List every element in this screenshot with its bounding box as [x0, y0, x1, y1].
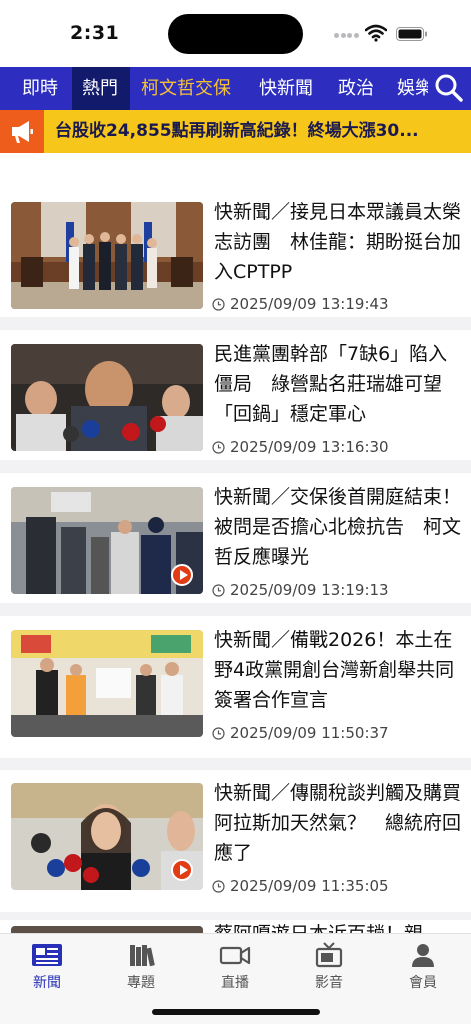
- article-card[interactable]: 快新聞／傳關稅談判觸及購買阿拉斯加天然氣？ 總統府回應了 2025/09/09 …: [0, 770, 471, 912]
- status-time: 2:31: [70, 22, 120, 44]
- clock-icon: [212, 583, 225, 597]
- battery-icon: [396, 27, 427, 41]
- clock-icon: [212, 440, 225, 454]
- tab-label: 柯文哲交保: [141, 78, 231, 99]
- megaphone-icon-box: [0, 110, 44, 153]
- tab-label: 熱門: [82, 78, 118, 99]
- tab-label: 直播: [221, 975, 249, 991]
- wifi-icon: [365, 24, 387, 42]
- news-icon: [32, 944, 62, 966]
- cellular-signal-icon: [334, 33, 360, 39]
- article-card[interactable]: 民進黨團幹部「7缺6」陷入僵局 綠營點名莊瑞雄可望「回鍋」穩定軍心 2025/0…: [0, 330, 471, 460]
- tab-features[interactable]: 專題: [106, 942, 176, 992]
- article-headline: 快新聞／備戰2026！本土在野4政黨開創台灣新創舉共同簽署合作宣言: [214, 629, 455, 711]
- article-headline: 民進黨團幹部「7缺6」陷入僵局 綠營點名莊瑞雄可望「回鍋」穩定軍心: [214, 343, 448, 425]
- tab-popular[interactable]: 熱門: [72, 67, 130, 110]
- tab-label: 會員: [409, 975, 437, 991]
- timestamp-text: 2025/09/09 11:35:05: [230, 877, 389, 895]
- person-icon: [412, 944, 434, 967]
- timestamp-text: 2025/09/09 13:16:30: [230, 438, 389, 456]
- tab-label: 快新聞: [259, 78, 313, 99]
- article-thumbnail: [11, 344, 203, 451]
- article-timestamp: 2025/09/09 13:19:13: [212, 581, 389, 599]
- tab-label: 即時: [22, 78, 58, 99]
- tab-member[interactable]: 會員: [388, 942, 458, 992]
- article-timestamp: 2025/09/09 11:35:05: [212, 877, 389, 895]
- timestamp-text: 2025/09/09 13:19:43: [230, 295, 389, 313]
- tab-label: 影音: [315, 975, 343, 991]
- clock-icon: [212, 879, 225, 893]
- timestamp-text: 2025/09/09 13:19:13: [230, 581, 389, 599]
- megaphone-icon: [12, 121, 33, 143]
- status-bar: 2:31: [0, 0, 471, 67]
- search-icon: [435, 74, 463, 102]
- tab-live[interactable]: 直播: [200, 942, 270, 992]
- tab-ko-wen-je-bail[interactable]: 柯文哲交保: [141, 67, 243, 110]
- video-play-badge: [171, 859, 193, 881]
- article-card[interactable]: 快新聞／備戰2026！本土在野4政黨開創台灣新創舉共同簽署合作宣言 2025/0…: [0, 616, 471, 758]
- clock-icon: [212, 297, 225, 311]
- article-headline: 快新聞／接見日本眾議員太榮志訪團 林佳龍：期盼挺台加入CPTPP: [214, 201, 462, 283]
- tab-label: 新聞: [33, 975, 61, 991]
- article-timestamp: 2025/09/09 13:19:43: [212, 295, 389, 313]
- article-thumbnail: [11, 202, 203, 309]
- article-timestamp: 2025/09/09 13:16:30: [212, 438, 389, 456]
- tab-politics[interactable]: 政治: [338, 67, 380, 110]
- article-headline: 快新聞／交保後首開庭結束！被問是否擔心北檢抗告 柯文哲反應曝光: [214, 486, 462, 568]
- video-play-badge: [171, 564, 193, 586]
- timestamp-text: 2025/09/09 11:50:37: [230, 724, 389, 742]
- tab-breaking-news[interactable]: 快新聞: [259, 67, 323, 110]
- tab-instant[interactable]: 即時: [13, 67, 65, 110]
- books-icon: [130, 945, 155, 967]
- tab-video[interactable]: 影音: [294, 942, 364, 992]
- tv-icon: [315, 942, 343, 968]
- article-timestamp: 2025/09/09 11:50:37: [212, 724, 389, 742]
- article-card[interactable]: 快新聞／交保後首開庭結束！被問是否擔心北檢抗告 柯文哲反應曝光 2025/09/…: [0, 473, 471, 603]
- tab-news[interactable]: 新聞: [12, 942, 82, 992]
- feed-spacer: [0, 153, 471, 190]
- tab-label: 專題: [127, 975, 155, 991]
- article-headline: 快新聞／傳關稅談判觸及購買阿拉斯加天然氣？ 總統府回應了: [214, 782, 462, 864]
- breaking-news-ticker[interactable]: 台股收24,855點再刷新高紀錄！終場大漲30...: [0, 110, 471, 153]
- ticker-text: 台股收24,855點再刷新高紀錄！終場大漲30...: [55, 121, 419, 141]
- search-button[interactable]: [428, 67, 471, 110]
- video-camera-icon: [219, 946, 251, 965]
- tab-label: 政治: [338, 78, 374, 99]
- article-thumbnail: [11, 630, 203, 737]
- category-nav: 即時 熱門 柯文哲交保 快新聞 政治 娛樂: [0, 67, 471, 110]
- home-indicator: [152, 1009, 320, 1015]
- clock-icon: [212, 726, 225, 740]
- dynamic-island: [168, 14, 303, 54]
- article-card[interactable]: 快新聞／接見日本眾議員太榮志訪團 林佳龍：期盼挺台加入CPTPP 2025/09…: [0, 190, 471, 317]
